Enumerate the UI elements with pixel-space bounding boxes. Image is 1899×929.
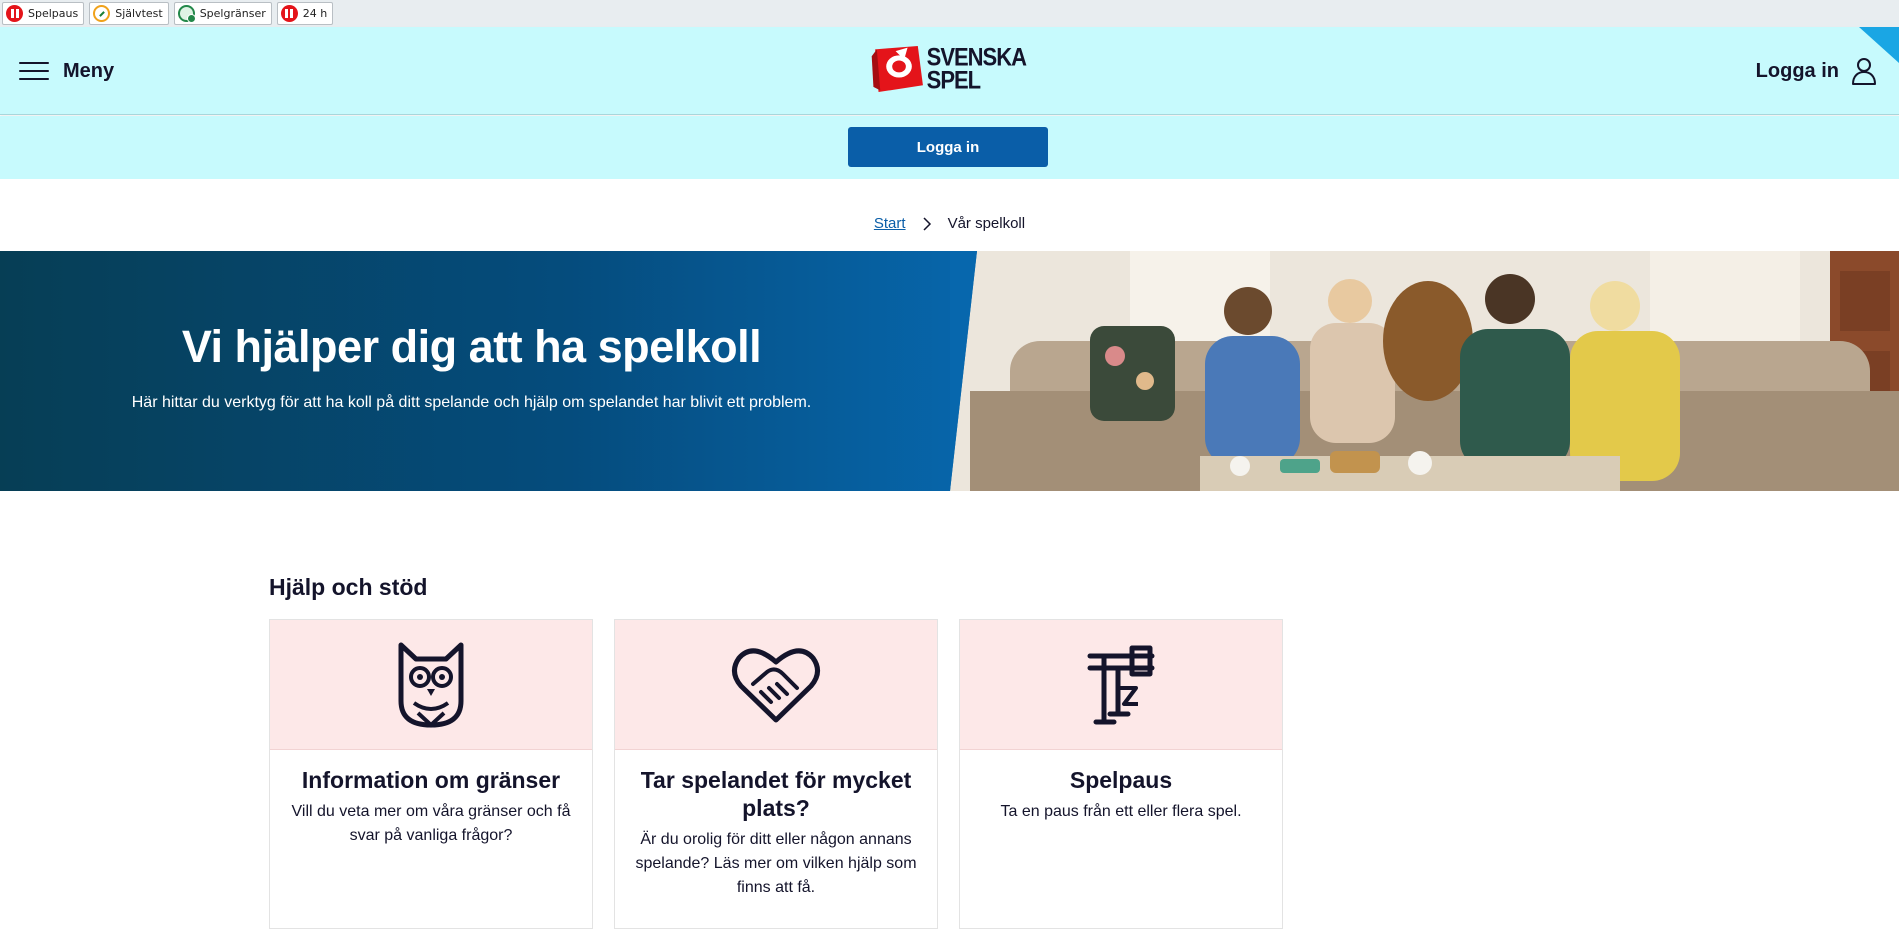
svenska-spel-logo[interactable]: SVENSKA SPEL (870, 39, 1027, 99)
limits-shortcut-label: Spelgränser (199, 7, 266, 20)
self-test-shortcut-label: Självtest (115, 7, 163, 20)
card-image-area (615, 620, 937, 750)
self-test-shortcut-button[interactable]: Självtest (89, 2, 169, 25)
utility-bar: Spelpaus Självtest Spelgränser 24 h (0, 0, 1899, 27)
limits-shortcut-button[interactable]: Spelgränser (173, 2, 272, 25)
spelpaus-shortcut-button[interactable]: Spelpaus (2, 2, 85, 25)
login-banner: Logga in (0, 116, 1899, 179)
site-header: Meny SVENSKA SPEL Logga in (0, 27, 1899, 115)
menu-button[interactable]: Meny (19, 27, 114, 115)
card-image-area (960, 620, 1282, 750)
pause-24h-shortcut-label: 24 h (302, 7, 328, 20)
pause-icon (280, 5, 298, 22)
pause-24h-shortcut-button[interactable]: 24 h (276, 2, 334, 25)
breadcrumb-start-link[interactable]: Start (874, 215, 906, 232)
spelpaus-shortcut-label: Spelpaus (28, 7, 79, 20)
logo-mark-icon (871, 45, 923, 93)
breadcrumb: Start Vår spelkoll (0, 215, 1899, 232)
card-limits-info[interactable]: Information om gränser Vill du veta mer … (269, 619, 593, 929)
logo-wordmark-line2: SPEL (926, 65, 981, 95)
self-test-icon (93, 5, 111, 22)
hamburger-icon (19, 62, 49, 80)
hero-photo (950, 251, 1899, 491)
pause-stamp-icon (1087, 645, 1155, 724)
logo-wordmark: SVENSKA SPEL (926, 44, 1027, 95)
card-title: Tar spelandet för mycket plats? (640, 767, 912, 821)
menu-label: Meny (63, 59, 115, 82)
card-image-area (270, 620, 592, 750)
card-title: Information om gränser (301, 767, 561, 793)
owl-icon (398, 642, 464, 728)
login-button[interactable]: Logga in (848, 127, 1048, 167)
hero-divider-shape (950, 251, 977, 491)
pause-icon (6, 5, 23, 22)
card-title: Spelpaus (1069, 767, 1173, 793)
card-description: Vill du veta mer om våra gränser och få … (291, 803, 571, 844)
card-spelpaus[interactable]: Spelpaus Ta en paus från ett eller flera… (959, 619, 1283, 929)
chevron-right-icon (923, 216, 931, 231)
header-login-label: Logga in (1755, 59, 1839, 82)
hero-subtitle: Här hittar du verktyg för att ha koll på… (131, 394, 812, 411)
limits-icon (177, 5, 196, 23)
card-description: Är du orolig för ditt eller någon annans… (635, 831, 917, 896)
card-description: Ta en paus från ett eller flera spel. (1000, 803, 1242, 820)
help-section-title: Hjälp och stöd (269, 574, 428, 600)
corner-flag-icon (1859, 27, 1899, 63)
heart-handshake-icon (732, 648, 820, 722)
hero-banner: Vi hjälper dig att ha spelkoll Här hitta… (0, 251, 1899, 491)
hero-title: Vi hjälper dig att ha spelkoll (181, 321, 762, 372)
card-too-much-gambling[interactable]: Tar spelandet för mycket plats? Är du or… (614, 619, 938, 929)
breadcrumb-current: Vår spelkoll (947, 215, 1026, 232)
